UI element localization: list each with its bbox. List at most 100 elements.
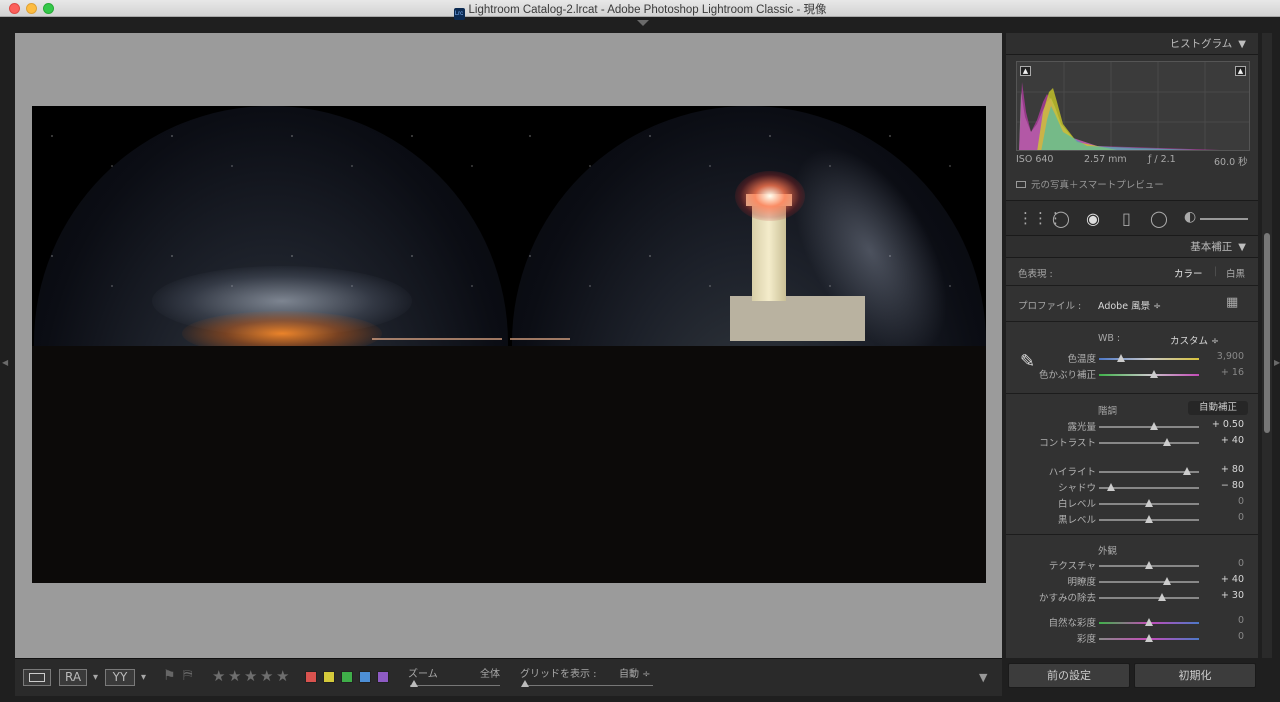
slider-row: ハイライト + 80 [1006,464,1258,480]
slider-handle[interactable] [1145,499,1153,507]
presence-label: 外観 [1098,546,1118,557]
divider [1006,285,1258,286]
slider-track[interactable] [1099,358,1199,360]
slider-row: テクスチャ 0 [1006,558,1258,574]
photo-left-dome [32,106,510,583]
shadow-clipping-toggle-icon[interactable]: ▲ [1020,66,1031,76]
scrollbar-thumb[interactable] [1264,233,1270,433]
basic-panel-header[interactable]: 基本補正 ▼ [1006,236,1258,258]
before-after-tb-button[interactable]: YY [105,669,135,686]
histogram[interactable]: ▲ ▲ [1016,61,1250,151]
graduated-filter-icon[interactable]: ▯ [1122,209,1131,228]
slider-track[interactable] [1099,597,1199,599]
grid-mode-select[interactable]: 自動 ÷ [619,665,651,680]
toolbar-menu-chevron-down-icon[interactable]: ▼ [979,671,987,684]
slider-label: 明瞭度 [1067,577,1096,588]
slider-track[interactable] [1099,442,1199,444]
red-label-swatch[interactable] [305,671,317,683]
rating-star-icon[interactable]: ★ [276,667,289,685]
treatment-color-button[interactable]: カラー [1174,266,1203,280]
slider-track[interactable] [1099,374,1199,376]
slider-value[interactable]: + 0.50 [1212,419,1244,430]
slider-row: 明瞭度 + 40 [1006,574,1258,590]
slider-value[interactable]: + 16 [1221,367,1244,378]
slider-label: 色温度 [1067,354,1096,365]
slider-handle[interactable] [1145,618,1153,626]
grid-size-slider-handle[interactable] [521,680,529,687]
collapse-triangle-icon[interactable]: ▼ [1238,39,1246,50]
photo-canvas[interactable] [15,33,1002,658]
collapse-triangle-icon[interactable]: ▼ [1238,242,1246,253]
slider-label: ハイライト [1048,467,1096,478]
slider-handle[interactable] [1183,467,1191,475]
slider-handle[interactable] [1117,354,1125,362]
flag-pick-icon[interactable]: ⚑ [163,668,176,684]
reset-button[interactable]: 初期化 [1134,663,1256,688]
zoom-slider-handle[interactable] [410,680,418,687]
red-eye-icon[interactable]: ◉ [1086,209,1100,228]
yellow-label-swatch[interactable] [323,671,335,683]
slider-track[interactable] [1099,426,1199,428]
wb-label: WB : [1098,333,1121,344]
slider-value[interactable]: + 40 [1221,435,1244,446]
slider-value[interactable]: 0 [1238,512,1244,523]
slider-label: 色かぶり補正 [1038,370,1096,381]
panel-bottom-buttons: 前の設定 初期化 [1006,663,1258,690]
highlight-clipping-toggle-icon[interactable]: ▲ [1235,66,1246,76]
right-panel-scrollbar[interactable] [1262,33,1272,658]
green-label-swatch[interactable] [341,671,353,683]
rating-star-icon[interactable]: ★ [260,667,273,685]
before-after-swap-menu-icon[interactable]: ▾ [141,672,146,683]
slider-handle[interactable] [1150,422,1158,430]
loupe-view-button[interactable] [23,669,51,686]
slider-handle[interactable] [1150,370,1158,378]
left-panel-toggle-icon[interactable]: ◀ [2,358,8,367]
zoom-slider[interactable] [410,685,500,686]
rating-star-icon[interactable]: ★ [244,667,257,685]
slider-value[interactable]: + 80 [1221,464,1244,475]
slider-value[interactable]: + 40 [1221,574,1244,585]
slider-handle[interactable] [1145,634,1153,642]
slider-handle[interactable] [1158,593,1166,601]
auto-tone-button[interactable]: 自動補正 [1188,401,1248,415]
original-smart-preview-status[interactable]: 元の写真＋スマートプレビュー [1016,177,1164,191]
before-after-lr-button[interactable]: RA [59,669,87,686]
slider-label: 露光量 [1067,422,1096,433]
profile-select[interactable]: Adobe 風景 ÷ [1098,298,1161,312]
aperture-readout: ƒ / 2.1 [1148,154,1176,165]
slider-handle[interactable] [1145,561,1153,569]
radial-filter-icon[interactable]: ◯ [1150,209,1168,228]
slider-handle[interactable] [1107,483,1115,491]
slider-value[interactable]: 0 [1238,496,1244,507]
before-after-menu-icon[interactable]: ▾ [93,672,98,683]
slider-value[interactable]: 0 [1238,631,1244,642]
slider-track[interactable] [1099,581,1199,583]
spot-removal-icon[interactable]: ◯ [1052,209,1070,228]
previous-settings-button[interactable]: 前の設定 [1008,663,1130,688]
slider-value[interactable]: − 80 [1221,480,1244,491]
slider-value[interactable]: 0 [1238,558,1244,569]
grid-size-slider[interactable] [523,685,653,686]
slider-value[interactable]: 0 [1238,615,1244,626]
slider-row: かすみの除去 + 30 [1006,590,1258,606]
histogram-header[interactable]: ヒストグラム ▼ [1006,33,1258,55]
wb-select[interactable]: カスタム ÷ [1170,333,1219,347]
adjustment-brush-icon[interactable]: ◐ [1184,209,1196,225]
profile-browser-grid-icon[interactable]: ▦ [1226,295,1238,310]
slider-handle[interactable] [1163,438,1171,446]
right-panel-toggle-icon[interactable]: ▶ [1274,358,1280,367]
rating-star-icon[interactable]: ★ [228,667,241,685]
slider-value[interactable]: 3,900 [1217,351,1244,362]
slider-value[interactable]: + 30 [1221,590,1244,601]
brush-size-slider[interactable] [1200,218,1248,220]
slider-handle[interactable] [1145,515,1153,523]
purple-label-swatch[interactable] [377,671,389,683]
slider-handle[interactable] [1163,577,1171,585]
photo-preview[interactable] [32,106,986,583]
shutter-readout: 60.0 秒 [1214,157,1248,168]
rating-star-icon[interactable]: ★ [212,667,225,685]
treatment-bw-button[interactable]: 白黒 [1226,266,1245,280]
flag-reject-icon[interactable]: ⛿ [183,668,192,683]
top-panel-toggle-icon[interactable] [637,20,649,26]
blue-label-swatch[interactable] [359,671,371,683]
